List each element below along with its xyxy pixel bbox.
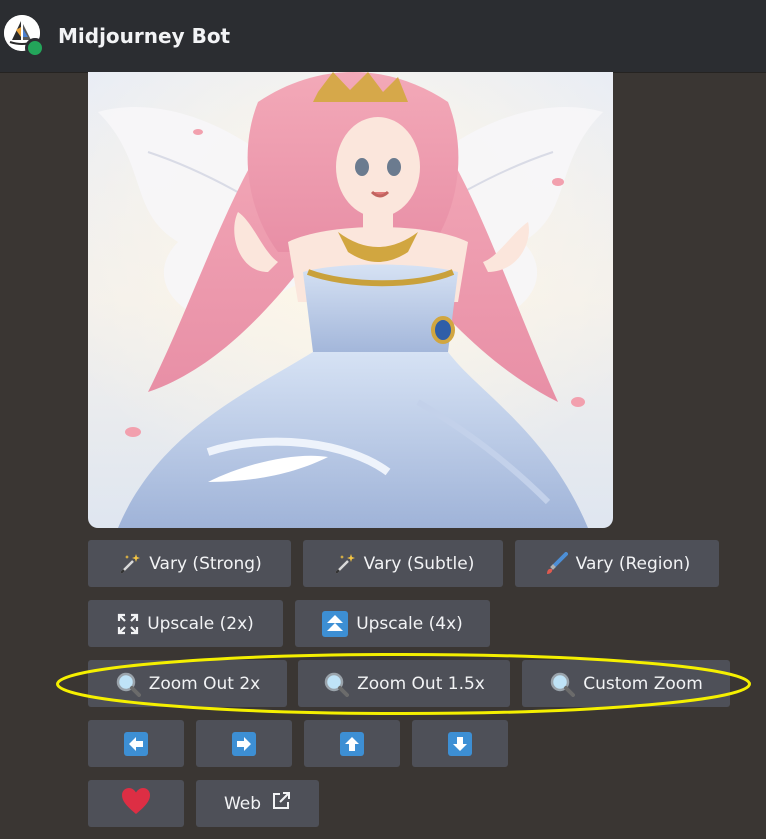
web-label: Web (223, 793, 262, 814)
pan-right-button[interactable] (196, 720, 292, 767)
arrow-down-icon (448, 731, 472, 756)
zoom-out-1-5x-button[interactable]: Zoom Out 1.5x (298, 660, 510, 707)
expand-icon (117, 613, 139, 635)
zoom-out-1-5x-label: Zoom Out 1.5x (357, 673, 485, 694)
heart-icon (121, 787, 151, 820)
arrow-left-icon (124, 731, 148, 756)
pan-down-button[interactable] (412, 720, 508, 767)
web-link-button[interactable]: Web (196, 780, 319, 827)
upscale-2x-button[interactable]: Upscale (2x) (88, 600, 283, 647)
anime-angel-illustration (88, 72, 613, 528)
pan-left-button[interactable] (88, 720, 184, 767)
generated-image[interactable] (88, 72, 613, 528)
arrow-right-icon (232, 731, 256, 756)
arrow-up-icon (340, 731, 364, 756)
double-up-arrow-icon (322, 610, 349, 637)
magic-wand-icon (117, 552, 141, 576)
custom-zoom-label: Custom Zoom (583, 673, 703, 694)
online-status-dot (25, 38, 45, 58)
vary-strong-label: Vary (Strong) (149, 553, 262, 574)
vary-strong-button[interactable]: Vary (Strong) (88, 540, 291, 587)
magnifier-icon (115, 671, 141, 697)
zoom-out-2x-label: Zoom Out 2x (148, 673, 261, 694)
magnifier-icon (323, 671, 350, 697)
favorite-button[interactable] (88, 780, 184, 827)
bot-name[interactable]: Midjourney Bot (58, 24, 230, 48)
magnifier-icon (549, 671, 576, 697)
vary-subtle-label: Vary (Subtle) (363, 553, 475, 574)
upscale-4x-label: Upscale (4x) (356, 613, 463, 634)
paintbrush-icon (544, 551, 568, 576)
zoom-out-2x-button[interactable]: Zoom Out 2x (88, 660, 287, 707)
vary-subtle-button[interactable]: Vary (Subtle) (303, 540, 503, 587)
external-link-icon (271, 791, 291, 816)
custom-zoom-button[interactable]: Custom Zoom (522, 660, 730, 707)
magic-wand-icon (332, 552, 356, 576)
pan-up-button[interactable] (304, 720, 400, 767)
upscale-4x-button[interactable]: Upscale (4x) (295, 600, 490, 647)
upscale-2x-label: Upscale (2x) (147, 613, 254, 634)
vary-region-label: Vary (Region) (575, 553, 691, 574)
channel-header: Midjourney Bot (0, 0, 766, 72)
vary-region-button[interactable]: Vary (Region) (515, 540, 719, 587)
